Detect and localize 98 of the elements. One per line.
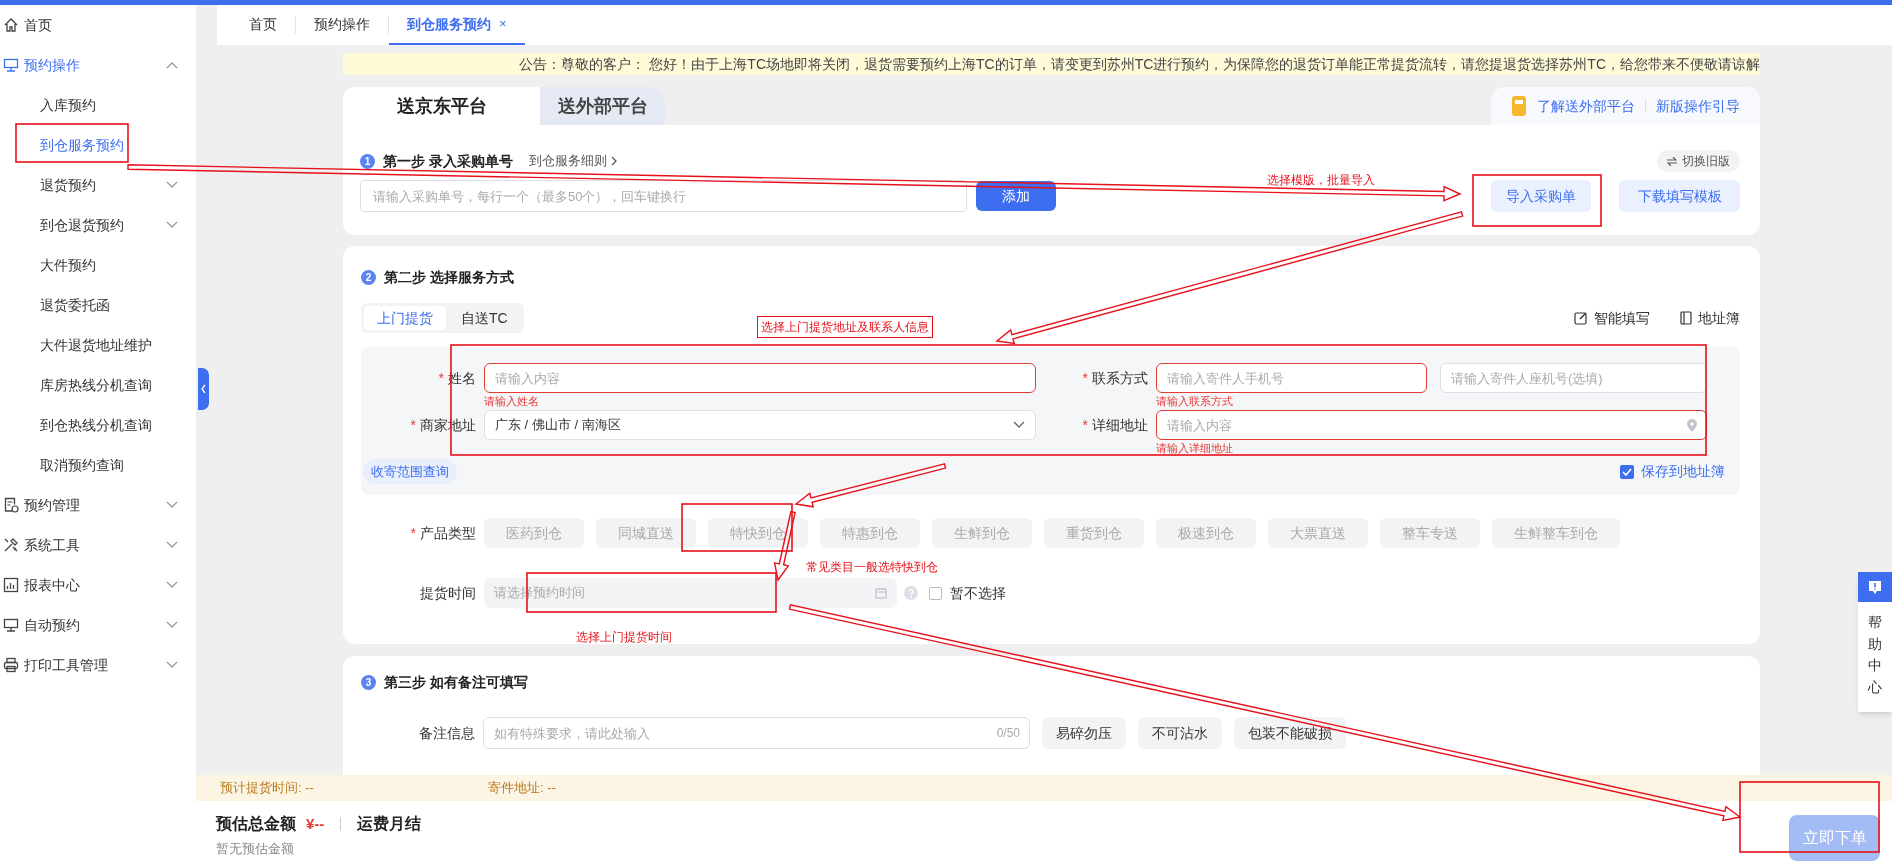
location-pin-icon	[1687, 419, 1697, 432]
required-mark: *	[410, 416, 416, 435]
rules-link[interactable]: 到仓服务细则	[528, 151, 617, 171]
sidebar-item[interactable]: 到仓服务预约	[0, 125, 196, 165]
book-icon	[1680, 311, 1692, 325]
mode-tab[interactable]: 上门提货	[364, 306, 446, 330]
sidebar-item[interactable]: 大件退货地址维护	[0, 325, 196, 365]
calendar-icon	[875, 587, 887, 599]
error-message: 请输入姓名	[484, 394, 540, 409]
step-title: 第一步 录入采购单号	[383, 151, 513, 171]
help-icon	[904, 586, 918, 600]
collapse-handle[interactable]	[198, 368, 209, 410]
monitor-icon	[3, 57, 19, 73]
annotation-note: 常见类目一般选特快到仓	[806, 559, 938, 576]
help-center-label: 帮助中心	[1868, 613, 1882, 698]
help-center-panel[interactable]: 帮助中心	[1858, 572, 1892, 712]
sidebar-item[interactable]: 到仓退货预约	[0, 205, 196, 245]
remark-chip[interactable]: 不可沾水	[1138, 717, 1222, 749]
sidebar-item[interactable]: 入库预约	[0, 85, 196, 125]
phone-field[interactable]: 请输入寄件人手机号	[1156, 363, 1427, 393]
save-address-checkbox[interactable]: 保存到地址簿	[1620, 461, 1725, 482]
chevron-down-icon	[1013, 421, 1025, 429]
check-icon	[1622, 467, 1632, 476]
field-label: 产品类型	[420, 524, 476, 543]
character-counter: 0/50	[996, 725, 1020, 741]
landline-field[interactable]: 请输入寄件人座机号(选填)	[1440, 363, 1707, 393]
message-alert-icon	[1868, 579, 1882, 595]
field-label: 备注信息	[419, 723, 475, 743]
platform-tab[interactable]: 送外部平台	[540, 87, 665, 125]
sidebar-item[interactable]: 打印工具管理	[0, 645, 196, 685]
home-icon	[3, 17, 19, 33]
step-badge: 2	[361, 269, 376, 285]
annotation-note: 选择上门提货地址及联系人信息	[757, 316, 933, 338]
link[interactable]: 新版操作引导	[1656, 95, 1740, 117]
sidebar-item[interactable]: 到仓热线分机查询	[0, 405, 196, 445]
range-query-button[interactable]: 收寄范围查询	[363, 459, 457, 484]
required-mark: *	[410, 524, 416, 543]
error-message: 请输入联系方式	[1156, 394, 1234, 409]
billing-method: 运费月结	[357, 814, 422, 834]
switch-version-button[interactable]: 切换旧版	[1657, 150, 1740, 172]
tools-icon	[3, 537, 19, 553]
step-title: 第二步 选择服务方式	[384, 267, 514, 287]
step-badge: 3	[361, 674, 376, 690]
document-clock-icon	[3, 497, 19, 513]
required-mark: *	[1082, 369, 1088, 388]
sidebar-item[interactable]: 大件预约	[0, 245, 196, 285]
sidebar-item[interactable]: 预约管理	[0, 485, 196, 525]
monitor-icon	[3, 617, 19, 633]
sidebar-item[interactable]: 取消预约查询	[0, 445, 196, 485]
import-button[interactable]: 导入采购单	[1491, 180, 1591, 212]
sidebar-item[interactable]: 退货委托函	[0, 285, 196, 325]
field-label: 联系方式	[1092, 369, 1148, 388]
field-label: 详细地址	[1092, 416, 1148, 435]
close-button[interactable]: ×	[499, 14, 507, 34]
link[interactable]: 了解送外部平台	[1537, 95, 1635, 117]
sidebar-item[interactable]: 报表中心	[0, 565, 196, 605]
sidebar-item[interactable]: 库房热线分机查询	[0, 365, 196, 405]
detail-address-field[interactable]: 请输入内容	[1156, 410, 1707, 440]
checkbox[interactable]	[1620, 464, 1634, 479]
sidebar-item[interactable]: 退货预约	[0, 165, 196, 205]
printer-icon	[3, 657, 19, 673]
chart-icon	[3, 577, 19, 593]
mode-tab[interactable]: 自送TC	[448, 306, 521, 330]
step-title: 第三步 如有备注可填写	[384, 672, 528, 692]
total-label: 预估总金额	[216, 814, 296, 834]
required-mark: *	[1082, 416, 1088, 435]
tab[interactable]: 首页	[231, 5, 295, 45]
step-badge: 1	[360, 153, 375, 169]
sidebar-item[interactable]: 自动预约	[0, 605, 196, 645]
total-amount: ¥--	[306, 813, 325, 834]
edit-icon	[1574, 311, 1588, 325]
platform-tab[interactable]: 送京东平台	[343, 87, 540, 125]
remark-chip[interactable]: 易碎勿压	[1042, 717, 1126, 749]
address-select[interactable]: 广东 / 佛山市 / 南海区	[484, 410, 1036, 440]
action-link[interactable]: 地址簿	[1680, 307, 1740, 329]
estimate-note: 暂无预估金额	[216, 840, 295, 858]
action-link[interactable]: 智能填写	[1574, 307, 1650, 329]
pickup-estimate: 预计提货时间: --	[220, 779, 315, 798]
sender-address: 寄件地址: --	[488, 779, 556, 798]
swap-icon	[1667, 156, 1677, 166]
tab[interactable]: 到仓服务预约 ×	[389, 5, 525, 45]
sidebar-item[interactable]: 系统工具	[0, 525, 196, 565]
chevron-right-icon	[610, 156, 617, 166]
annotation-note: 选择模版，批量导入	[1267, 172, 1375, 189]
name-field[interactable]: 请输入内容	[484, 363, 1036, 393]
sidebar-item[interactable]: 预约操作	[0, 45, 196, 85]
download-template-button[interactable]: 下载填写模板	[1619, 180, 1740, 212]
notice-banner: 公告：尊敬的客户： 您好！由于上海TC场地即将关闭，退货需要预约上海TC的订单，请变更到苏州TC进行预约，为保障您的退货订单能正常提货流转，请您提退货选择苏州TC，给您带来不便敬请谅解	[343, 53, 1760, 75]
notebook-icon	[1511, 95, 1527, 117]
annotation-note: 选择上门提货时间	[576, 629, 672, 646]
error-message: 请输入详细地址	[1156, 441, 1234, 456]
remark-chip[interactable]: 包装不能破损	[1234, 717, 1346, 749]
annotation-arrow	[773, 510, 796, 582]
field-label: 提货时间	[420, 584, 476, 603]
tab[interactable]: 预约操作	[296, 5, 388, 45]
add-button[interactable]: 添加	[976, 181, 1056, 211]
sidebar-item[interactable]: 首页	[0, 5, 196, 45]
required-mark: *	[438, 369, 444, 388]
